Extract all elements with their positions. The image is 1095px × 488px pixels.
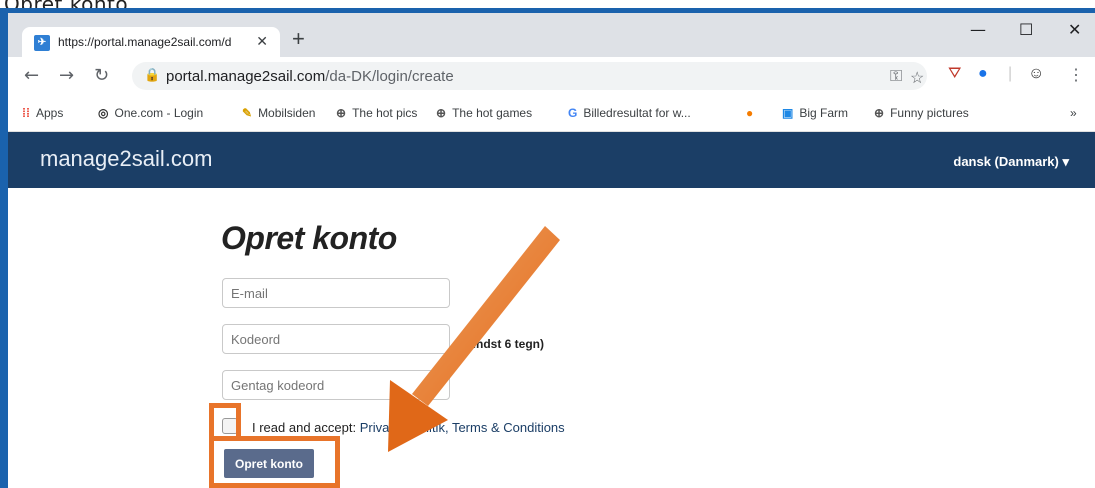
arrow-shaft [412,226,560,406]
orange-arrow-annotation [388,226,560,452]
